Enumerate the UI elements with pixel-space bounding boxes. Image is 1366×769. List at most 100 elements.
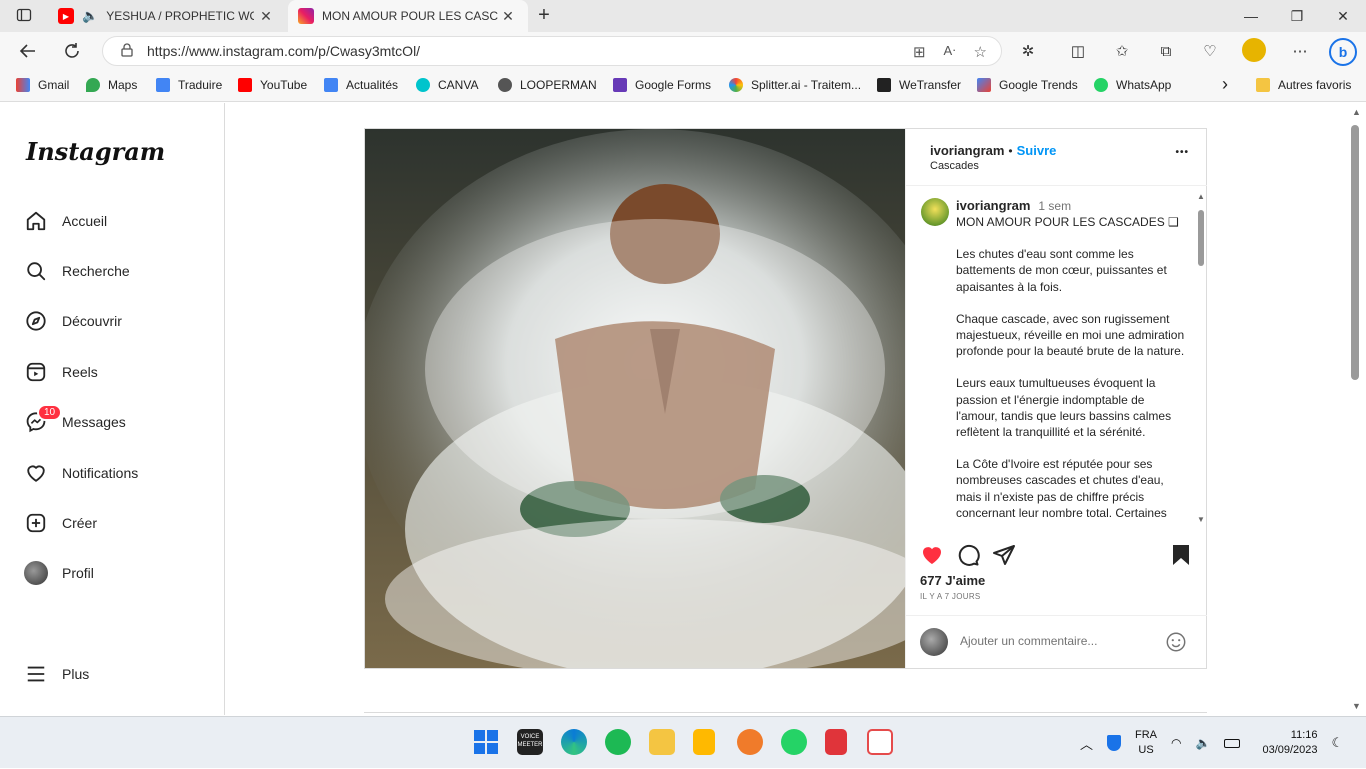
maximize-button[interactable]: ❐: [1274, 0, 1320, 32]
screen-recorder-icon[interactable]: [825, 729, 847, 755]
back-arrow-icon[interactable]: [14, 37, 42, 65]
nav-notifications[interactable]: Notifications: [24, 458, 138, 488]
nav-messages[interactable]: 10 Messages: [24, 404, 126, 437]
nav-reels[interactable]: Reels: [24, 357, 98, 387]
page-scrollbar[interactable]: ▲ ▼: [1348, 103, 1366, 715]
bookmark-gmail[interactable]: Gmail: [16, 78, 69, 92]
post-photo[interactable]: [365, 129, 905, 668]
wifi-icon[interactable]: ◠: [1171, 736, 1181, 750]
follow-button[interactable]: Suivre: [1017, 143, 1057, 158]
nav-profil[interactable]: Profil: [24, 558, 94, 588]
bookmarks-bar: Gmail Maps Traduire YouTube Actualités C…: [0, 70, 1366, 102]
other-favorites-folder[interactable]: Autres favoris: [1256, 78, 1351, 92]
comment-icon[interactable]: [956, 543, 980, 572]
post-author-username[interactable]: ivoriangram: [930, 143, 1004, 158]
moon-icon[interactable]: ☾: [1332, 735, 1344, 751]
clock[interactable]: 11:16 03/09/2023: [1262, 728, 1317, 758]
favorite-star-icon[interactable]: ☆: [974, 43, 987, 61]
nav-decouvrir[interactable]: Découvrir: [24, 306, 122, 336]
extensions-icon[interactable]: ✲: [1016, 40, 1040, 62]
messenger-icon: 10: [24, 404, 63, 434]
notes-app-icon[interactable]: [693, 729, 715, 755]
scroll-thumb[interactable]: [1198, 210, 1204, 266]
tab-actions-icon[interactable]: [12, 4, 36, 26]
share-send-icon[interactable]: [992, 543, 1016, 572]
bookmark-google-trends[interactable]: Google Trends: [977, 78, 1078, 92]
likes-count[interactable]: 677 J'aime: [920, 573, 985, 588]
fl-studio-icon[interactable]: [737, 729, 763, 755]
bookmark-youtube[interactable]: YouTube: [238, 78, 307, 92]
minimize-button[interactable]: —: [1228, 0, 1274, 32]
nav-recherche[interactable]: Recherche: [24, 256, 130, 286]
comment-input[interactable]: Ajouter un commentaire...: [960, 634, 1097, 648]
favorites-icon[interactable]: ✩: [1110, 40, 1134, 62]
more-menu-icon[interactable]: ⋯: [1288, 40, 1312, 62]
tab-youtube[interactable]: ▶ 🔈 YESHUA / PROPHETIC WOR ✕: [50, 0, 286, 32]
folder-icon: [1256, 78, 1270, 92]
snipping-tool-icon[interactable]: [867, 729, 893, 755]
whatsapp-icon[interactable]: [781, 729, 807, 755]
bookmark-whatsapp[interactable]: WhatsApp: [1094, 78, 1171, 92]
collections-icon[interactable]: ⧉: [1154, 40, 1178, 62]
bookmark-traduire[interactable]: Traduire: [156, 78, 222, 92]
close-tab-icon[interactable]: ✕: [256, 8, 276, 25]
chevron-up-icon[interactable]: ︿: [1080, 734, 1093, 753]
reels-icon: [24, 360, 48, 384]
caption-scrollbar[interactable]: ▲ ▼: [1197, 192, 1205, 524]
split-screen-icon[interactable]: ◫: [1066, 40, 1090, 62]
security-shield-icon[interactable]: [1107, 735, 1122, 751]
bookmark-google-forms[interactable]: Google Forms: [613, 78, 711, 92]
close-window-button[interactable]: ✕: [1320, 0, 1366, 32]
nav-plus[interactable]: Plus: [24, 659, 89, 689]
nav-creer[interactable]: Créer: [24, 508, 97, 538]
caption-username[interactable]: ivoriangram: [956, 198, 1030, 213]
scroll-down-arrow-icon[interactable]: ▼: [1352, 701, 1361, 711]
tab-title: YESHUA / PROPHETIC WOR: [106, 9, 255, 23]
scroll-up-arrow-icon[interactable]: ▲: [1352, 107, 1361, 117]
spotify-icon[interactable]: [605, 729, 631, 755]
avatar[interactable]: [921, 198, 949, 226]
new-tab-button[interactable]: +: [532, 4, 556, 26]
bookmark-wetransfer[interactable]: WeTransfer: [877, 78, 961, 92]
speaker-icon[interactable]: 🔈: [82, 8, 98, 24]
edge-browser-icon[interactable]: [561, 729, 587, 755]
keyboard-language[interactable]: FRA US: [1135, 728, 1157, 758]
translate-icon: [156, 78, 170, 92]
profile-avatar[interactable]: [1242, 38, 1266, 62]
close-tab-icon[interactable]: ✕: [498, 8, 518, 25]
save-bookmark-icon[interactable]: [1170, 543, 1192, 572]
caption-paragraph: Les chutes d'eau sont comme les battemen…: [956, 247, 1167, 294]
read-aloud-icon[interactable]: Aᐧ: [944, 43, 956, 61]
volume-icon[interactable]: 🔈: [1196, 736, 1211, 750]
post-options-icon[interactable]: •••: [1175, 147, 1189, 158]
tab-instagram[interactable]: MON AMOUR POUR LES CASCAD ✕: [288, 0, 528, 32]
messages-badge: 10: [37, 404, 63, 421]
file-explorer-icon[interactable]: [649, 729, 675, 755]
emoji-icon[interactable]: [1165, 631, 1187, 658]
reload-icon[interactable]: [58, 37, 86, 65]
like-heart-icon[interactable]: [920, 543, 944, 572]
instagram-logo[interactable]: Instagram: [26, 137, 165, 166]
bookmark-splitter[interactable]: Splitter.ai - Traitem...: [729, 78, 861, 92]
lock-icon[interactable]: [121, 42, 133, 60]
apps-icon[interactable]: ⊞: [913, 43, 926, 61]
voicemeeter-icon[interactable]: VOICE MEETER: [517, 729, 543, 755]
scroll-thumb[interactable]: [1351, 125, 1359, 380]
bookmark-looperman[interactable]: LOOPERMAN: [498, 78, 597, 92]
bookmark-maps[interactable]: Maps: [86, 78, 137, 92]
system-tray: ︿ FRA US ◠ 🔈 11:16 03/09/2023 ☾: [1080, 717, 1343, 769]
post-location[interactable]: Cascades: [930, 160, 979, 172]
tab-title: MON AMOUR POUR LES CASCAD: [322, 9, 498, 23]
performance-icon[interactable]: ♡: [1198, 40, 1222, 62]
bookmark-actualites[interactable]: Actualités: [324, 78, 398, 92]
scroll-up-arrow-icon[interactable]: ▲: [1197, 192, 1205, 201]
url-field[interactable]: https://www.instagram.com/p/Cwasy3mtcOl/…: [102, 36, 1002, 66]
scroll-down-arrow-icon[interactable]: ▼: [1197, 515, 1205, 524]
bing-icon[interactable]: b: [1328, 37, 1358, 67]
battery-icon[interactable]: [1224, 738, 1241, 748]
windows-start-icon[interactable]: [473, 729, 499, 755]
compass-icon: [24, 309, 48, 333]
nav-accueil[interactable]: Accueil: [24, 206, 107, 236]
bookmarks-more-icon[interactable]: ›: [1222, 74, 1228, 95]
bookmark-canva[interactable]: CANVA: [416, 78, 478, 92]
